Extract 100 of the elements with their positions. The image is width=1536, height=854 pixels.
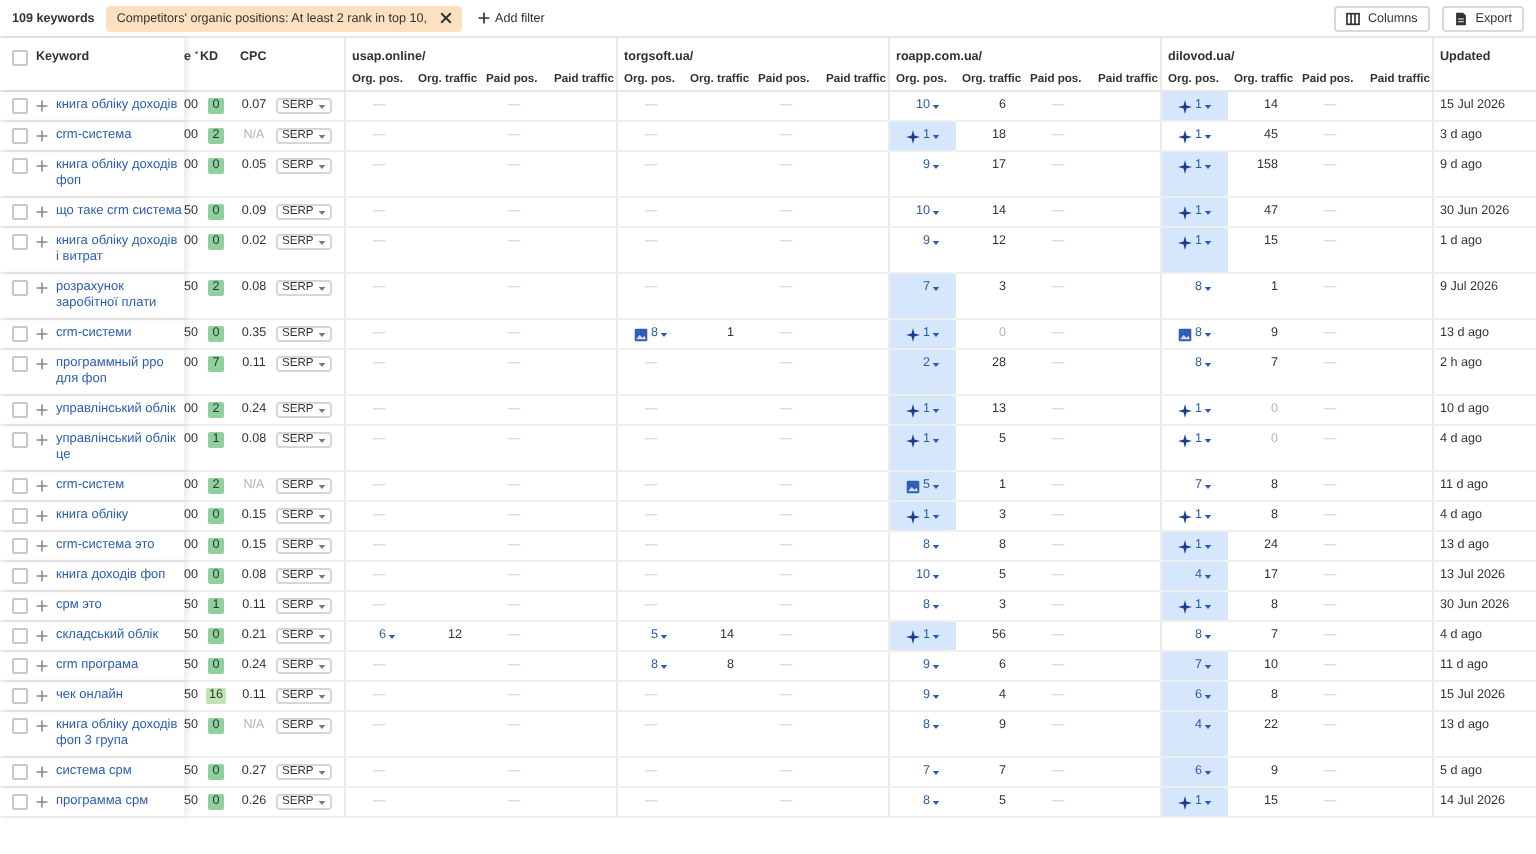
caret-icon (1204, 362, 1212, 368)
caret-icon (932, 770, 940, 776)
caret-icon (932, 604, 940, 610)
caret-icon (1204, 332, 1212, 338)
checkbox[interactable] (12, 508, 28, 524)
plus-icon[interactable] (36, 434, 48, 446)
sparkle-icon (906, 433, 921, 447)
plus-icon[interactable] (36, 206, 48, 218)
close-icon[interactable] (439, 12, 452, 24)
checkbox[interactable] (12, 598, 28, 614)
checkbox[interactable] (12, 568, 28, 584)
caret-icon (317, 723, 326, 729)
plus-icon (477, 12, 490, 24)
checkbox[interactable] (12, 658, 28, 674)
checkbox[interactable] (12, 764, 28, 780)
sparkle-icon (906, 629, 921, 643)
checkbox[interactable] (12, 234, 28, 250)
checkbox[interactable] (12, 688, 28, 704)
sparkle-icon (1178, 433, 1193, 447)
plus-icon[interactable] (36, 160, 48, 172)
caret-icon (1204, 770, 1212, 776)
caret-icon (1204, 544, 1212, 550)
caret-icon (317, 603, 326, 609)
caret-icon (317, 407, 326, 413)
columns-icon (1345, 11, 1360, 25)
sparkle-icon (1178, 129, 1193, 143)
plus-icon[interactable] (36, 328, 48, 340)
plus-icon[interactable] (36, 282, 48, 294)
plus-icon[interactable] (36, 690, 48, 702)
plus-icon[interactable] (36, 720, 48, 732)
checkbox[interactable] (12, 432, 28, 448)
caret-icon (932, 664, 940, 670)
caret-icon (660, 634, 668, 640)
caret-icon (317, 693, 326, 699)
checkbox[interactable] (12, 628, 28, 644)
plus-icon[interactable] (36, 540, 48, 552)
sparkle-icon (1178, 795, 1193, 809)
plus-icon[interactable] (36, 358, 48, 370)
caret-icon (932, 240, 940, 246)
caret-icon (1204, 724, 1212, 730)
caret-icon (1204, 574, 1212, 580)
checkbox[interactable] (12, 538, 28, 554)
caret-icon (1204, 210, 1212, 216)
plus-icon[interactable] (36, 404, 48, 416)
sparkle-icon (1178, 539, 1193, 553)
checkbox[interactable] (12, 98, 28, 114)
caret-icon (1204, 634, 1212, 640)
caret-icon (1204, 694, 1212, 700)
sparkle-icon (1178, 403, 1193, 417)
checkbox[interactable] (12, 50, 28, 66)
checkbox[interactable] (12, 128, 28, 144)
plus-icon[interactable] (36, 766, 48, 778)
plus-icon[interactable] (36, 660, 48, 672)
caret-icon (1204, 484, 1212, 490)
plus-icon[interactable] (36, 100, 48, 112)
sparkle-icon (906, 327, 921, 341)
checkbox[interactable] (12, 326, 28, 342)
plus-icon[interactable] (36, 796, 48, 808)
image-icon (634, 327, 649, 341)
checkbox[interactable] (12, 402, 28, 418)
caret-icon (932, 104, 940, 110)
checkbox[interactable] (12, 280, 28, 296)
caret-icon (317, 573, 326, 579)
caret-icon (932, 134, 940, 140)
plus-icon[interactable] (36, 480, 48, 492)
caret-icon (317, 361, 326, 367)
checkbox[interactable] (12, 718, 28, 734)
caret-icon (317, 103, 326, 109)
caret-icon (317, 483, 326, 489)
checkbox[interactable] (12, 204, 28, 220)
caret-icon (1204, 408, 1212, 414)
image-icon (1178, 327, 1193, 341)
sparkle-icon (906, 403, 921, 417)
caret-icon (317, 133, 326, 139)
checkbox[interactable] (12, 478, 28, 494)
sparkle-icon (1178, 599, 1193, 613)
caret-icon (317, 663, 326, 669)
sparkle-icon (906, 129, 921, 143)
caret-icon (932, 544, 940, 550)
plus-icon[interactable] (36, 510, 48, 522)
checkbox[interactable] (12, 356, 28, 372)
caret-icon (1204, 286, 1212, 292)
checkbox[interactable] (12, 794, 28, 810)
caret-icon (1204, 164, 1212, 170)
plus-icon[interactable] (36, 236, 48, 248)
caret-icon (1204, 664, 1212, 670)
plus-icon[interactable] (36, 130, 48, 142)
caret-icon (1204, 514, 1212, 520)
sparkle-icon (1178, 509, 1193, 523)
caret-icon (317, 769, 326, 775)
plus-icon[interactable] (36, 570, 48, 582)
caret-icon (660, 664, 668, 670)
plus-icon[interactable] (36, 630, 48, 642)
image-icon (906, 479, 921, 493)
caret-icon (1204, 604, 1212, 610)
plus-icon[interactable] (36, 600, 48, 612)
caret-icon (1204, 104, 1212, 110)
caret-icon (317, 799, 326, 805)
checkbox[interactable] (12, 158, 28, 174)
caret-icon (932, 694, 940, 700)
